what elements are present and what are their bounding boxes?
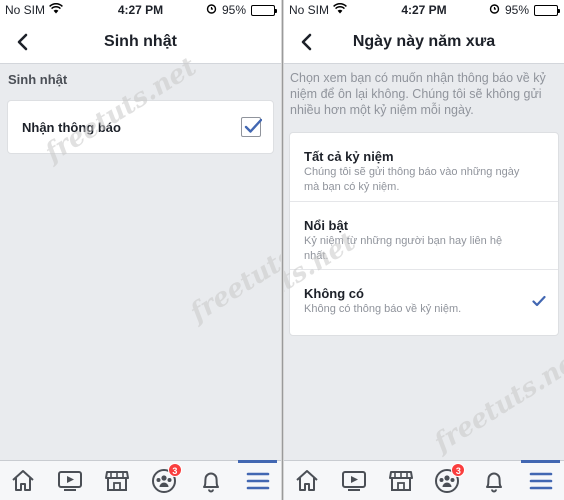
page-title: Ngày này năm xưa <box>352 33 496 50</box>
navigation-bar: Ngày này năm xưa <box>284 20 564 64</box>
notification-setting-row[interactable]: Nhận thông báo <box>7 100 274 154</box>
tab-marketplace[interactable] <box>377 461 424 500</box>
option-highlights[interactable]: Nổi bật Kỷ niệm từ những người bạn hay l… <box>290 201 558 269</box>
groups-badge: 3 <box>167 463 182 477</box>
back-button[interactable] <box>8 28 36 56</box>
battery-icon <box>251 4 277 16</box>
notification-checkbox[interactable] <box>241 117 262 137</box>
tab-video[interactable] <box>331 461 378 500</box>
option-subtitle: Chúng tôi sẽ gửi thông báo vào những ngà… <box>304 166 520 193</box>
watermark: freetuts.net <box>185 211 281 329</box>
notification-label: Nhận thông báo <box>22 120 121 135</box>
alarm-icon <box>489 3 500 17</box>
tab-notifications[interactable] <box>187 461 234 500</box>
option-title: Nổi bật <box>304 218 349 233</box>
notifications-icon <box>486 472 503 492</box>
tab-video[interactable] <box>47 461 94 500</box>
marketplace-icon <box>105 470 130 491</box>
memories-description: Chọn xem bạn có muốn nhận thông báo về k… <box>290 71 546 117</box>
option-title: Không có <box>304 286 364 301</box>
status-bar: No SIM 4:27 PM 95% <box>0 0 281 20</box>
tab-menu[interactable] <box>234 460 281 500</box>
tab-groups[interactable]: 3 <box>424 461 471 500</box>
tab-menu[interactable] <box>517 460 564 500</box>
device-status: 95% <box>489 3 560 17</box>
navigation-bar: Sinh nhật <box>0 20 281 64</box>
option-none[interactable]: Không có Không có thông báo về kỷ niệm. <box>290 269 558 337</box>
chevron-left-icon <box>17 33 28 51</box>
groups-badge: 3 <box>451 463 466 477</box>
section-header: Sinh nhật <box>8 72 68 87</box>
memories-settings-screen: No SIM 4:27 PM 95% Ngày này năm xưa Chọn… <box>284 0 564 500</box>
option-subtitle: Kỷ niệm từ những người bạn hay liên hệ n… <box>304 235 503 262</box>
battery-percent: 95% <box>221 3 246 17</box>
device-status: 95% <box>206 3 277 17</box>
marketplace-icon <box>388 470 413 491</box>
option-all-memories[interactable]: Tất cả kỷ niệm Chúng tôi sẽ gửi thông bá… <box>290 133 558 201</box>
tab-bar: 3 <box>0 460 281 500</box>
chevron-left-icon <box>301 33 312 51</box>
watermark: freetuts.net <box>429 341 564 459</box>
page-title: Sinh nhật <box>104 33 177 50</box>
battery-percent: 95% <box>504 3 529 17</box>
menu-icon <box>246 472 269 489</box>
home-icon <box>296 469 318 491</box>
tab-marketplace[interactable] <box>94 461 141 500</box>
tab-notifications[interactable] <box>471 461 518 500</box>
menu-icon <box>529 472 552 489</box>
battery-icon <box>534 4 560 16</box>
home-icon <box>12 469 35 491</box>
status-bar: No SIM 4:27 PM 95% <box>284 0 564 20</box>
alarm-icon <box>206 3 217 17</box>
checkmark-icon <box>244 118 262 133</box>
back-button[interactable] <box>292 28 320 56</box>
video-icon <box>342 470 366 491</box>
tab-home[interactable] <box>0 461 47 500</box>
video-icon <box>58 470 83 491</box>
tab-home[interactable] <box>284 461 331 500</box>
tab-groups[interactable]: 3 <box>140 461 187 500</box>
memories-options-list: Tất cả kỷ niệm Chúng tôi sẽ gửi thông bá… <box>289 132 559 336</box>
birthday-settings-screen: No SIM 4:27 PM 95% Sinh nhật Sinh nhật N… <box>0 0 281 500</box>
tab-bar: 3 <box>284 460 564 500</box>
selected-check-icon <box>532 294 546 312</box>
option-subtitle: Không có thông báo về kỷ niệm. <box>304 303 462 315</box>
notifications-icon <box>202 472 219 492</box>
option-title: Tất cả kỷ niệm <box>304 149 394 164</box>
